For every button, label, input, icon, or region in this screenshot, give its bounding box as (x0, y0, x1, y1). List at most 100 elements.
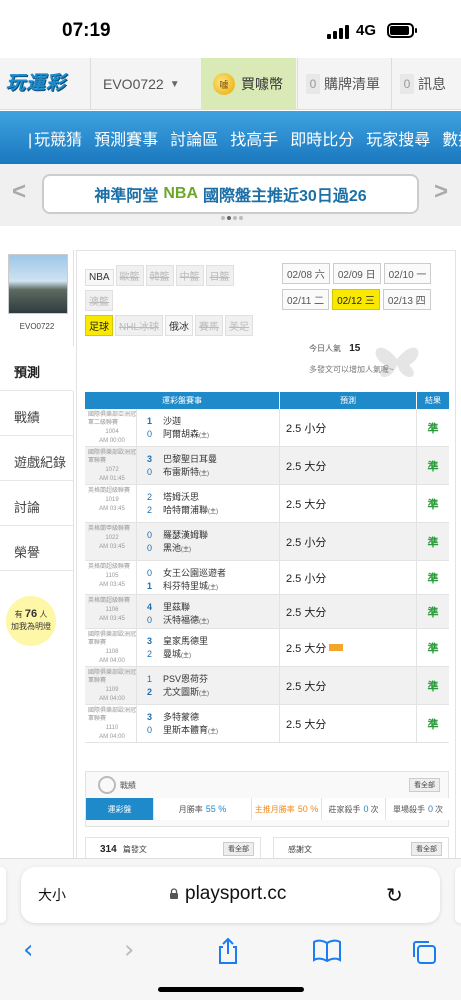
league-tag[interactable]: 足球 (85, 315, 113, 336)
tabs-icon[interactable] (411, 939, 437, 965)
away-score: 0 (147, 568, 153, 578)
match-info: 英格蘭超級聯賽 1105 AM 03:45 (85, 561, 137, 594)
sidebar-item-game-log[interactable]: 遊戲紀錄 (0, 436, 74, 481)
nav-item-data[interactable]: 數據 (442, 126, 461, 150)
sidebar-item-discuss[interactable]: 討論 (0, 481, 74, 526)
league-tag[interactable]: 中籃 (175, 265, 204, 286)
nav-item-predict[interactable]: 預測賽事 (94, 126, 158, 150)
stat3-unit: 次 (370, 804, 379, 814)
signal-icon (327, 25, 351, 39)
sidebar-item-predict[interactable]: 預測 (0, 346, 74, 391)
buy-coin-button[interactable]: 噱 買噱幣 (201, 58, 296, 110)
date-button[interactable]: 02/13 四 (382, 289, 431, 310)
away-team: PSV恩荷芬 (163, 674, 209, 684)
away-team: 羅瑟漢姆聯 (163, 530, 209, 540)
orders-link[interactable]: 0 購牌清單 (297, 58, 391, 110)
banner-suffix: 國際盤主推近30日過26 (203, 188, 367, 205)
match-code: 1022 (105, 535, 119, 541)
record-view-all-button[interactable]: 看全部 (409, 778, 440, 792)
home-marker: (主) (199, 433, 210, 439)
tab-lottery[interactable]: 運彩盤 (86, 798, 154, 820)
date-button[interactable]: 02/12 三 (332, 289, 380, 310)
thanks-view-all-button[interactable]: 看全部 (411, 842, 442, 856)
nav-item-forum[interactable]: 討論區 (170, 126, 218, 150)
messages-link[interactable]: 0 訊息 (391, 58, 461, 110)
league-tag[interactable]: 歐籃 (115, 265, 144, 286)
away-team: 塔姆沃思 (163, 492, 200, 502)
league-tag[interactable]: NHL冰球 (115, 315, 164, 336)
browser-nav-bar: ‹ › (0, 931, 461, 971)
league-tag[interactable]: 俄冰 (165, 315, 194, 336)
date-button[interactable]: 02/08 六 (282, 263, 330, 284)
posts-view-all-button[interactable]: 看全部 (223, 842, 254, 856)
date-button[interactable]: 02/09 日 (332, 263, 381, 284)
record-summary: 戰績 看全部 運彩盤 月勝率 55 % 主推月勝率 50 % 莊家殺手 0 次 (85, 771, 450, 827)
stat-bookie-killer: 莊家殺手 0 次 (322, 798, 386, 820)
match-teams[interactable]: 4 里茲聯 0 沃特福德(主) (137, 595, 280, 628)
url-text: playsport.cc (185, 883, 287, 904)
home-team: 哈特爾浦聯 (163, 505, 209, 515)
home-marker: (主) (199, 471, 210, 477)
match-teams[interactable]: 1 沙迦 0 阿爾胡森(主) (137, 409, 280, 446)
league-name: 英格蘭超級聯賽 (88, 488, 131, 494)
share-icon[interactable] (216, 937, 240, 965)
back-icon[interactable]: ‹ (23, 935, 33, 965)
nav-item-player-search[interactable]: 玩家搜尋 (366, 126, 430, 150)
pick-text: 2.5 大分 (286, 642, 327, 655)
site-logo[interactable]: 玩運彩 (6, 68, 78, 100)
match-teams[interactable]: 1 PSV恩荷芬 2 尤文圖斯(主) (137, 667, 280, 704)
reload-icon[interactable]: ↻ (386, 883, 403, 907)
league-tag[interactable]: NBA (85, 269, 114, 286)
chevron-right-icon[interactable]: > (434, 178, 448, 206)
date-button[interactable]: 02/11 二 (282, 289, 330, 310)
chevron-left-icon[interactable]: < (12, 178, 26, 206)
match-teams[interactable]: 3 皇家馬德里 2 曼城(主) (137, 629, 280, 666)
match-teams[interactable]: 0 女王公園巡遊者 1 科芬特里城(主) (137, 561, 280, 594)
league-tag[interactable]: 韓籃 (145, 265, 174, 286)
nav-item-experts[interactable]: 找高手 (230, 126, 278, 150)
stat4-value: 0 (427, 804, 433, 814)
address-bar[interactable]: 大小 playsport.cc ↻ (21, 867, 440, 923)
date-button[interactable]: 02/10 一 (383, 263, 432, 284)
league-name: 英格蘭超級聯賽 (88, 564, 131, 570)
lock-icon (170, 888, 178, 899)
match-info: 國際俱樂部歐洲冠軍聯賽 1108 AM 04:00 (85, 629, 137, 666)
match-time: AM 04:00 (99, 658, 125, 664)
promo-banner-link[interactable]: 神準阿堂 NBA 國際盤主推近30日過26 (42, 174, 419, 214)
fans-unit: 人 (39, 610, 48, 619)
next-tab-card[interactable] (455, 867, 461, 923)
prev-tab-card[interactable] (0, 867, 6, 923)
nav-item-guess[interactable]: 玩競猜 (28, 126, 82, 150)
fans-lightbulb[interactable]: 有 76 人 加我為明燈 (6, 596, 56, 646)
league-tag[interactable]: 賽馬 (195, 315, 224, 336)
result-badge: 準 (427, 718, 439, 731)
forward-icon[interactable]: › (124, 935, 134, 965)
match-teams[interactable]: 3 巴黎聖日耳曼 0 布雷斯特(主) (137, 447, 280, 484)
home-marker: (主) (181, 547, 192, 553)
nav-item-livescore[interactable]: 即時比分 (290, 126, 354, 150)
sidebar-item-honor[interactable]: 榮譽 (0, 526, 74, 571)
match-teams[interactable]: 2 塔姆沃思 2 哈特爾浦聯(主) (137, 485, 280, 522)
away-team: 巴黎聖日耳曼 (163, 454, 218, 464)
sidebar-item-record[interactable]: 戰績 (0, 391, 74, 436)
league-name: 國際俱樂部歐洲冠軍聯賽 (88, 632, 137, 646)
avatar[interactable] (8, 254, 68, 314)
league-tag[interactable]: 美足 (225, 315, 254, 336)
home-score: 2 (147, 649, 153, 659)
orders-count: 0 (306, 74, 320, 94)
prediction-panel: NBA 歐籃 韓籃 中籃 日籃澳籃足球 NHL冰球 俄冰 賽馬 美足 02/08 六 02/09 … (76, 250, 456, 861)
away-score: 3 (147, 636, 153, 646)
match-teams[interactable]: 3 多特蒙德 0 里斯本體育(主) (137, 705, 280, 742)
stat4-label: 單場殺手 (392, 804, 425, 814)
table-row: 英格蘭超級聯賽 1106 AM 03:45 4 里茲聯 0 沃特福德(主) 2.5 大分 準 (85, 595, 449, 629)
match-teams[interactable]: 0 羅瑟漢姆聯 0 黑池(主) (137, 523, 280, 560)
messages-count: 0 (400, 74, 414, 94)
league-tag[interactable]: 澳籃 (85, 290, 113, 311)
league-tag[interactable]: 日籃 (205, 265, 234, 286)
bookmarks-icon[interactable] (312, 939, 342, 963)
user-menu[interactable]: EVO0722 ▼ (90, 58, 200, 110)
away-score: 1 (147, 416, 153, 426)
text-size-button[interactable]: 大小 (38, 885, 66, 905)
stat2-label: 主推月勝率 (254, 804, 295, 814)
match-code: 1109 (105, 687, 119, 693)
